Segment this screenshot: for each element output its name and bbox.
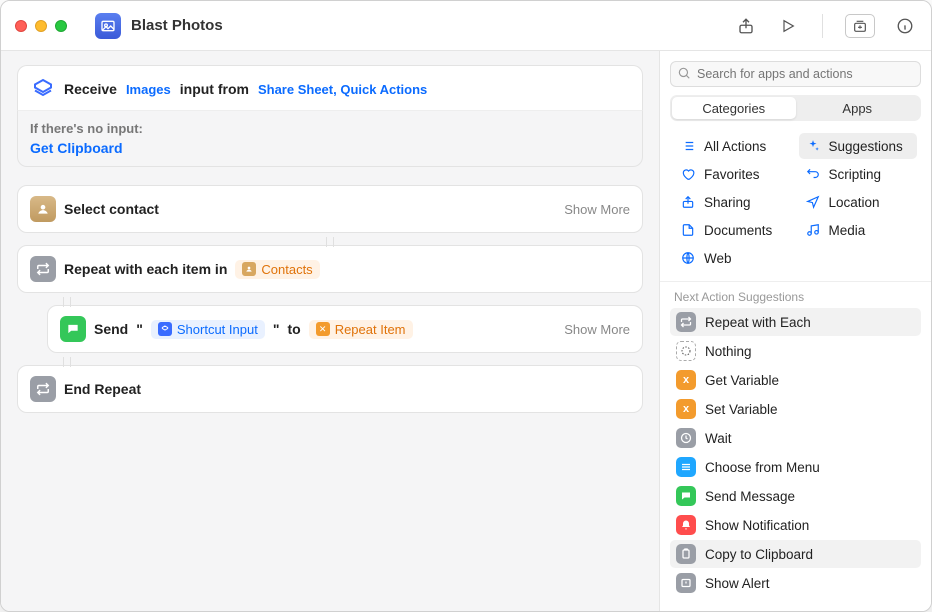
- sidebar-segmented-control: Categories Apps: [670, 95, 921, 121]
- bubble-icon: [676, 486, 696, 506]
- suggestion-choose-from-menu[interactable]: Choose from Menu: [670, 453, 921, 481]
- suggestions-header: Next Action Suggestions: [660, 281, 931, 308]
- receive-verb: Receive: [64, 81, 117, 97]
- workflow-editor[interactable]: Receive Images input from Share Sheet, Q…: [1, 51, 659, 611]
- dashed-icon: [676, 341, 696, 361]
- minimize-window-button[interactable]: [35, 20, 47, 32]
- category-media[interactable]: Media: [799, 217, 918, 243]
- doc-icon: [680, 222, 696, 238]
- suggestion-get-variable[interactable]: xGet Variable: [670, 366, 921, 394]
- no-input-section: If there's no input: Get Clipboard: [17, 110, 643, 167]
- category-location[interactable]: Location: [799, 189, 918, 215]
- receive-icon: [30, 76, 56, 102]
- search-input[interactable]: [670, 61, 921, 87]
- repeat-icon: [676, 312, 696, 332]
- show-more-button[interactable]: Show More: [564, 202, 630, 217]
- share-button[interactable]: [734, 14, 758, 38]
- app-window: Blast Photos: [0, 0, 932, 612]
- sparkle-icon: [805, 138, 821, 154]
- category-all-actions[interactable]: All Actions: [674, 133, 793, 159]
- repeat-icon: [30, 376, 56, 402]
- receive-mid: input from: [180, 81, 249, 97]
- share-icon: [680, 194, 696, 210]
- category-scripting[interactable]: Scripting: [799, 161, 918, 187]
- repeat-label: Repeat with each item in: [64, 261, 227, 277]
- contacts-chip-icon: [242, 262, 256, 276]
- x-icon: x: [676, 370, 696, 390]
- repeat-item-token[interactable]: ✕ Repeat Item: [309, 320, 413, 339]
- window-controls: [15, 20, 67, 32]
- library-button[interactable]: [845, 14, 875, 38]
- list-icon: [680, 138, 696, 154]
- tab-apps[interactable]: Apps: [796, 97, 920, 119]
- select-contact-action[interactable]: Select contact Show More: [17, 185, 643, 233]
- end-repeat-label: End Repeat: [64, 381, 141, 397]
- repeat-icon: [30, 256, 56, 282]
- clock-icon: [676, 428, 696, 448]
- repeat-collection-token[interactable]: Contacts: [235, 260, 319, 279]
- zoom-window-button[interactable]: [55, 20, 67, 32]
- categories-grid: All ActionsSuggestionsFavoritesScripting…: [660, 129, 931, 281]
- suggestions-list: Repeat with EachNothingxGet VariablexSet…: [660, 308, 931, 605]
- actions-sidebar: Categories Apps All ActionsSuggestionsFa…: [659, 51, 931, 611]
- category-sharing[interactable]: Sharing: [674, 189, 793, 215]
- suggestion-set-variable[interactable]: xSet Variable: [670, 395, 921, 423]
- input-chip-icon: [158, 322, 172, 336]
- shortcut-input-token[interactable]: Shortcut Input: [151, 320, 265, 339]
- contacts-icon: [30, 196, 56, 222]
- variable-chip-icon: ✕: [316, 322, 330, 336]
- suggestion-send-message[interactable]: Send Message: [670, 482, 921, 510]
- alert-icon: [676, 573, 696, 593]
- input-source-token[interactable]: Share Sheet, Quick Actions: [257, 80, 428, 99]
- x-icon: x: [676, 399, 696, 419]
- location-icon: [805, 194, 821, 210]
- suggestion-show-alert[interactable]: Show Alert: [670, 569, 921, 597]
- close-window-button[interactable]: [15, 20, 27, 32]
- messages-icon: [60, 316, 86, 342]
- suggestion-repeat-with-each[interactable]: Repeat with Each: [670, 308, 921, 336]
- category-documents[interactable]: Documents: [674, 217, 793, 243]
- end-repeat-action[interactable]: End Repeat: [17, 365, 643, 413]
- suggestion-nothing[interactable]: Nothing: [670, 337, 921, 365]
- search-field-wrapper: [670, 61, 921, 87]
- no-input-label: If there's no input:: [30, 121, 630, 136]
- bell-icon: [676, 515, 696, 535]
- no-input-fallback[interactable]: Get Clipboard: [30, 140, 123, 156]
- run-button[interactable]: [776, 14, 800, 38]
- window-title: Blast Photos: [131, 17, 223, 34]
- send-verb: Send: [94, 321, 128, 337]
- tab-categories[interactable]: Categories: [672, 97, 796, 119]
- suggestion-wait[interactable]: Wait: [670, 424, 921, 452]
- category-favorites[interactable]: Favorites: [674, 161, 793, 187]
- repeat-action[interactable]: Repeat with each item in Contacts: [17, 245, 643, 293]
- clip-icon: [676, 544, 696, 564]
- music-icon: [805, 222, 821, 238]
- info-button[interactable]: [893, 14, 917, 38]
- select-contact-label: Select contact: [64, 201, 159, 217]
- heart-icon: [680, 166, 696, 182]
- send-message-action[interactable]: Send " Shortcut Input " to ✕ Repeat Item: [47, 305, 643, 353]
- category-suggestions[interactable]: Suggestions: [799, 133, 918, 159]
- send-to: to: [287, 321, 300, 337]
- titlebar: Blast Photos: [1, 1, 931, 51]
- menu-icon: [676, 457, 696, 477]
- app-icon: [95, 13, 121, 39]
- receive-input-action[interactable]: Receive Images input from Share Sheet, Q…: [17, 65, 643, 110]
- category-web[interactable]: Web: [674, 245, 793, 271]
- show-more-button[interactable]: Show More: [564, 322, 630, 337]
- switch-icon: [805, 166, 821, 182]
- suggestion-show-notification[interactable]: Show Notification: [670, 511, 921, 539]
- input-type-token[interactable]: Images: [125, 80, 172, 99]
- suggestion-copy-to-clipboard[interactable]: Copy to Clipboard: [670, 540, 921, 568]
- search-icon: [677, 66, 691, 80]
- globe-icon: [680, 250, 696, 266]
